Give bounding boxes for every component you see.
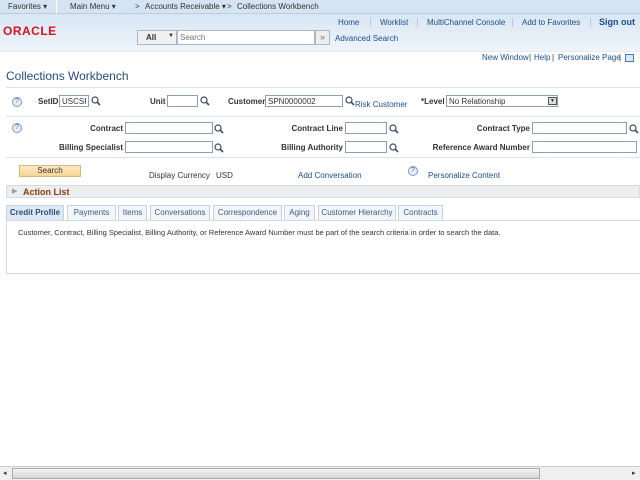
breadcrumb-sep: > — [135, 2, 140, 11]
search-input[interactable] — [177, 30, 315, 45]
risk-customer-link[interactable]: Risk Customer — [355, 100, 407, 109]
advanced-search-link[interactable]: Advanced Search — [335, 34, 398, 43]
search-scope-select[interactable]: All ▼ — [137, 30, 177, 45]
unit-input[interactable] — [167, 95, 198, 107]
divider: | — [552, 53, 555, 62]
search-scope-value: All — [146, 33, 157, 42]
billing-specialist-input[interactable] — [125, 141, 213, 153]
info-message: Customer, Contract, Billing Specialist, … — [18, 228, 501, 237]
tab-items[interactable]: Items — [118, 205, 147, 220]
scrollbar-thumb[interactable] — [12, 468, 540, 479]
level-value: No Relationship — [449, 97, 506, 106]
customer-label: Customer — [228, 97, 266, 106]
home-link[interactable]: Home — [338, 18, 359, 27]
level-label: *Level — [421, 97, 445, 106]
reference-award-number-input[interactable] — [532, 141, 637, 153]
search-icon[interactable] — [214, 143, 224, 153]
search-go-button[interactable]: » — [315, 30, 330, 45]
breadcrumb-accounts-receivable[interactable]: Accounts Receivable ▾ — [145, 2, 226, 11]
personalize-page-link[interactable]: Personalize Page — [558, 53, 621, 62]
currency-value: USD — [216, 171, 233, 180]
contract-line-label: Contract Line — [291, 124, 343, 133]
search-icon[interactable] — [389, 143, 399, 153]
search-icon[interactable] — [629, 124, 639, 134]
multichannel-console-link[interactable]: MultiChannel Console — [427, 18, 505, 27]
chevron-down-icon: ▼ — [548, 97, 557, 105]
favorites-menu[interactable]: Favorites ▾ — [8, 2, 47, 11]
setid-label: SetID — [38, 97, 59, 106]
personalize-content-link[interactable]: Personalize Content — [428, 171, 500, 180]
search-icon[interactable] — [91, 96, 101, 106]
scroll-left-icon[interactable]: ◂ — [3, 469, 7, 477]
billing-authority-input[interactable] — [345, 141, 387, 153]
help-link[interactable]: Help — [534, 53, 550, 62]
chevron-down-icon: ▼ — [168, 33, 174, 39]
top-nav-bar: Favorites ▾ Main Menu ▾ > Accounts Recei… — [0, 0, 640, 14]
breadcrumb-sep: > — [227, 2, 232, 11]
help-icon[interactable]: ? — [408, 166, 418, 176]
setid-input[interactable] — [59, 95, 89, 107]
contract-type-label: Contract Type — [476, 124, 530, 133]
add-to-favorites-link[interactable]: Add to Favorites — [522, 18, 580, 27]
new-window-link[interactable]: New Window — [482, 53, 529, 62]
horizontal-scrollbar[interactable]: ◂ ▸ — [0, 466, 640, 480]
tab-contracts[interactable]: Contracts — [398, 205, 443, 220]
divider: | — [529, 53, 532, 62]
header: Home Worklist MultiChannel Console Add t… — [0, 14, 640, 51]
reference-award-number-label: Reference Award Number — [432, 143, 530, 152]
tab-payments[interactable]: Payments — [67, 205, 116, 220]
table-icon[interactable] — [625, 54, 634, 62]
oracle-logo: ORACLE — [3, 24, 57, 38]
tab-correspondence[interactable]: Correspondence — [213, 205, 282, 220]
scroll-right-icon[interactable]: ▸ — [632, 469, 636, 477]
contract-label: Contract — [90, 124, 123, 133]
tab-aging[interactable]: Aging — [284, 205, 315, 220]
billing-specialist-label: Billing Specialist — [58, 143, 123, 152]
search-icon[interactable] — [345, 96, 355, 106]
customer-input[interactable] — [265, 95, 343, 107]
search-icon[interactable] — [200, 96, 210, 106]
tab-conversations[interactable]: Conversations — [150, 205, 210, 220]
worklist-link[interactable]: Worklist — [380, 18, 408, 27]
tab-content: Customer, Contract, Billing Specialist, … — [6, 220, 640, 274]
search-button[interactable]: Search — [19, 165, 81, 177]
action-list-bar[interactable]: ▶ Action List — [6, 185, 640, 198]
help-icon[interactable]: ? — [12, 97, 22, 107]
unit-label: Unit — [150, 97, 166, 106]
divider: | — [619, 53, 622, 62]
add-conversation-link[interactable]: Add Conversation — [298, 171, 362, 180]
tab-customer-hierarchy[interactable]: Customer Hierarchy — [318, 205, 396, 220]
main-menu[interactable]: Main Menu ▾ — [70, 2, 116, 11]
level-select[interactable]: No Relationship ▼ — [446, 95, 558, 107]
billing-authority-label: Billing Authority — [281, 143, 343, 152]
search-icon[interactable] — [389, 124, 399, 134]
tab-credit-profile[interactable]: Credit Profile — [6, 205, 64, 220]
contract-input[interactable] — [125, 122, 213, 134]
action-list-title: Action List — [23, 187, 70, 197]
page-title: Collections Workbench — [6, 69, 129, 83]
display-currency-label: Display Currency — [149, 171, 210, 180]
sign-out-link[interactable]: Sign out — [599, 17, 635, 27]
contract-line-input[interactable] — [345, 122, 387, 134]
help-icon[interactable]: ? — [12, 123, 22, 133]
expand-arrow-icon: ▶ — [12, 188, 18, 195]
contract-type-input[interactable] — [532, 122, 627, 134]
breadcrumb-current: Collections Workbench — [237, 2, 319, 11]
search-icon[interactable] — [214, 124, 224, 134]
